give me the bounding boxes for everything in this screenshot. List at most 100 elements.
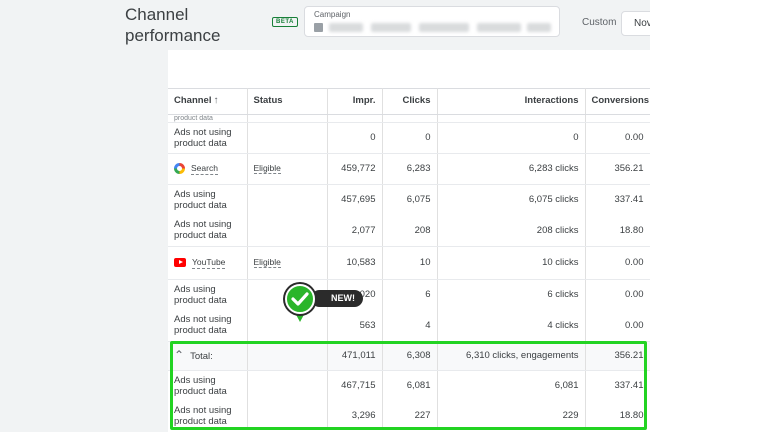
right-margin	[650, 0, 768, 432]
total-status	[247, 341, 328, 371]
column-header-channel[interactable]: Channel ↑	[168, 88, 248, 115]
blurred-campaign-name	[419, 23, 469, 32]
row-channel[interactable]: YouTube	[168, 246, 248, 280]
row-clicks: 208	[382, 215, 438, 247]
new-label: NEW!	[311, 290, 363, 307]
row-conversions: 337.41	[585, 184, 651, 215]
row-interactions: 10 clicks	[437, 246, 586, 280]
channel-search-link[interactable]: Search	[191, 163, 218, 175]
row-status: Eligible	[247, 246, 328, 280]
row-conversions: 0.00	[585, 246, 651, 280]
row-channel: Ads not using product data	[168, 122, 248, 154]
row-impressions: 10,583	[327, 246, 383, 280]
total-impressions: 471,011	[327, 341, 383, 371]
row-clicks: 6	[382, 279, 438, 310]
campaign-label: Campaign	[314, 10, 351, 19]
row-interactions: 6,283 clicks	[437, 153, 586, 185]
new-feature-badge: NEW!	[285, 284, 365, 330]
total-breakdown-row: Ads not using product data 3,296 227 229…	[168, 401, 651, 430]
row-channel: Ads using product data	[168, 184, 248, 215]
total-label-cell[interactable]: ⌃ Total:	[168, 341, 248, 371]
row-interactions: 0	[437, 122, 586, 154]
status-eligible[interactable]: Eligible	[253, 163, 281, 174]
row-channel[interactable]: Search	[168, 153, 248, 185]
checkmark-circle-icon	[285, 284, 315, 314]
channel-performance-table: Channel ↑ Status Impr. Clicks Interaction…	[168, 88, 651, 430]
row-conversions: 356.21	[585, 153, 651, 185]
table-row: Ads not using product data 2,077 208 208…	[168, 215, 651, 247]
row-conversions: 18.80	[585, 215, 651, 247]
table-header-row: Channel ↑ Status Impr. Clicks Interaction…	[168, 88, 651, 115]
row-impressions: 467,715	[327, 370, 383, 401]
total-label: Total:	[190, 350, 213, 362]
blurred-campaign-name	[329, 23, 363, 32]
left-margin	[0, 50, 168, 432]
row-conversions: 18.80	[585, 401, 651, 430]
table-row-search: Search Eligible 459,772 6,283 6,283 clic…	[168, 153, 651, 185]
column-header-conversions[interactable]: Conversions	[585, 88, 651, 115]
row-conversions: 0.00	[585, 122, 651, 154]
page-header: Channel performance BETA Campaign Custom…	[0, 0, 661, 50]
column-header-clicks[interactable]: Clicks	[382, 88, 438, 115]
row-conversions: 337.41	[585, 370, 651, 401]
row-clicks: 6,075	[382, 184, 438, 215]
total-clicks: 6,308	[382, 341, 438, 371]
row-channel: Ads not using product data	[168, 310, 248, 342]
checkmark-icon	[291, 292, 309, 306]
google-icon	[174, 163, 185, 174]
row-status	[247, 122, 328, 154]
row-interactions: 6,081	[437, 370, 586, 401]
row-impressions: 2,077	[327, 215, 383, 247]
row-clicks: 6,081	[382, 370, 438, 401]
column-header-status[interactable]: Status	[247, 88, 328, 115]
partial-row-text: product data	[168, 114, 248, 123]
campaign-icon	[314, 23, 323, 32]
row-status	[247, 215, 328, 247]
table-row: Ads using product data 457,695 6,075 6,0…	[168, 184, 651, 215]
table-row: product data	[168, 114, 651, 123]
row-status	[247, 184, 328, 215]
row-impressions: 3,296	[327, 401, 383, 430]
blurred-campaign-name	[527, 23, 551, 32]
row-conversions: 0.00	[585, 279, 651, 310]
total-row[interactable]: ⌃ Total: 471,011 6,308 6,310 clicks, enga…	[168, 341, 651, 371]
channel-table-card: Channel ↑ Status Impr. Clicks Interaction…	[168, 50, 651, 432]
status-eligible[interactable]: Eligible	[253, 257, 281, 268]
row-interactions: 6,075 clicks	[437, 184, 586, 215]
channel-youtube-link[interactable]: YouTube	[192, 257, 226, 269]
date-range-label: Custom	[582, 17, 617, 28]
table-row: Ads not using product data 563 4 4 click…	[168, 310, 651, 342]
page-title: Channel performance	[125, 5, 221, 45]
row-impressions: 0	[327, 122, 383, 154]
row-impressions: 457,695	[327, 184, 383, 215]
total-interactions: 6,310 clicks, engagements	[437, 341, 586, 371]
chevron-up-icon[interactable]: ⌃	[174, 348, 184, 362]
row-status	[247, 370, 328, 401]
table-toolbar	[168, 50, 650, 89]
blurred-campaign-name	[371, 23, 411, 32]
row-clicks: 6,283	[382, 153, 438, 185]
row-interactions: 4 clicks	[437, 310, 586, 342]
table-row: Ads not using product data 0 0 0 0.00	[168, 122, 651, 154]
column-header-impressions[interactable]: Impr.	[327, 88, 383, 115]
row-channel: Ads not using product data	[168, 215, 248, 247]
row-channel: Ads using product data	[168, 279, 248, 310]
campaign-selector[interactable]: Campaign	[304, 6, 560, 37]
arrow-up-icon: ↑	[213, 95, 219, 107]
table-row: Ads using product data 020 6 6 clicks 0.…	[168, 279, 651, 310]
row-interactions: 229	[437, 401, 586, 430]
total-conversions: 356.21	[585, 341, 651, 371]
row-interactions: 208 clicks	[437, 215, 586, 247]
row-clicks: 4	[382, 310, 438, 342]
beta-badge: BETA	[272, 17, 298, 27]
column-header-interactions[interactable]: Interactions	[437, 88, 586, 115]
row-clicks: 227	[382, 401, 438, 430]
row-clicks: 0	[382, 122, 438, 154]
row-clicks: 10	[382, 246, 438, 280]
youtube-icon	[174, 258, 186, 267]
row-channel: Ads not using product data	[168, 401, 248, 430]
total-breakdown-row: Ads using product data 467,715 6,081 6,0…	[168, 370, 651, 401]
row-status	[247, 401, 328, 430]
row-conversions: 0.00	[585, 310, 651, 342]
row-interactions: 6 clicks	[437, 279, 586, 310]
